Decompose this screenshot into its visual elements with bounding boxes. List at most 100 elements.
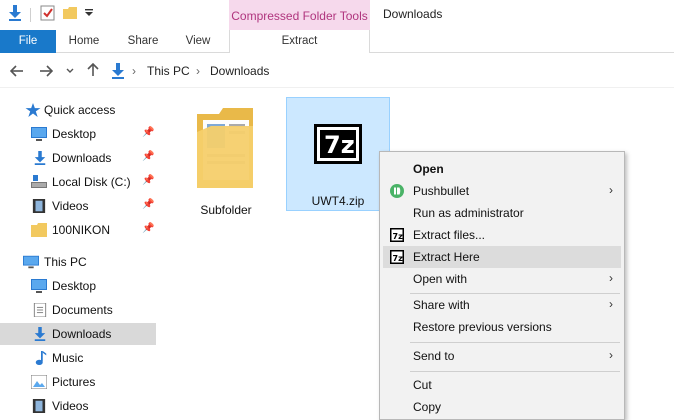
breadcrumb-this-pc[interactable]: This PC xyxy=(147,64,190,78)
tab-extract[interactable]: Extract xyxy=(229,30,370,53)
breadcrumb-downloads[interactable]: Downloads xyxy=(210,64,269,78)
pin-icon[interactable]: 📌 xyxy=(142,175,154,186)
context-menu: Open Pushbullet › Run as administrator 7… xyxy=(379,151,625,420)
nav-label: 100NIKON xyxy=(52,223,111,237)
divider xyxy=(30,8,31,22)
menu-item-pushbullet[interactable]: Pushbullet › xyxy=(383,180,621,202)
pin-icon[interactable]: 📌 xyxy=(142,151,154,162)
address-bar: › This PC › Downloads xyxy=(0,54,674,88)
back-arrow-icon[interactable] xyxy=(10,65,24,77)
breadcrumb-separator-icon[interactable]: › xyxy=(196,64,200,78)
nav-quick-access[interactable]: Quick access xyxy=(0,99,156,121)
7zip-icon: 7z xyxy=(390,250,404,264)
file-name: UWT4.zip xyxy=(311,194,365,208)
nav-pc-music[interactable]: Music xyxy=(0,347,156,369)
downloads-location-icon xyxy=(112,63,124,79)
nav-label: Downloads xyxy=(52,151,112,165)
7zip-icon: 7z xyxy=(314,124,362,164)
star-icon xyxy=(25,103,41,117)
tab-file[interactable]: File xyxy=(0,30,56,53)
menu-item-extract-here[interactable]: 7z Extract Here xyxy=(383,246,621,268)
nav-pc-videos[interactable]: Videos xyxy=(0,395,156,417)
menu-separator xyxy=(410,371,620,372)
nav-label: This PC xyxy=(44,255,87,269)
svg-text:7z: 7z xyxy=(324,131,355,159)
nav-item-desktop[interactable]: Desktop 📌 xyxy=(0,123,156,145)
svg-text:7z: 7z xyxy=(393,232,404,241)
nav-pc-desktop[interactable]: Desktop xyxy=(0,275,156,297)
drive-icon xyxy=(31,175,47,188)
contextual-tab-header: Compressed Folder Tools xyxy=(229,0,370,30)
forward-arrow-icon[interactable] xyxy=(39,65,53,77)
nav-label: Desktop xyxy=(52,279,97,293)
menu-item-label: Open xyxy=(413,162,444,176)
submenu-arrow-icon: › xyxy=(609,183,613,197)
customize-dropdown-icon[interactable] xyxy=(84,8,94,18)
desktop-icon xyxy=(31,279,47,293)
menu-item-share-with[interactable]: Share with › xyxy=(383,294,621,316)
nav-label: Documents xyxy=(52,303,113,317)
menu-item-label: Share with xyxy=(413,298,470,312)
tab-view[interactable]: View xyxy=(176,30,220,53)
pin-icon[interactable]: 📌 xyxy=(142,127,154,138)
file-item-uwt4-zip[interactable]: 7z UWT4.zip xyxy=(286,97,390,211)
nav-label: Videos xyxy=(52,199,89,213)
desktop-icon xyxy=(31,127,47,141)
menu-item-cut[interactable]: Cut xyxy=(383,374,621,396)
picture-icon xyxy=(31,375,47,389)
nav-item-100nikon[interactable]: 100NIKON 📌 xyxy=(0,219,156,241)
menu-item-label: Open with xyxy=(413,272,468,286)
menu-item-label: Restore previous versions xyxy=(413,320,552,334)
document-icon xyxy=(33,303,47,317)
menu-item-open-with[interactable]: Open with › xyxy=(383,268,621,290)
properties-check-icon[interactable] xyxy=(40,5,56,21)
tab-home[interactable]: Home xyxy=(62,30,106,53)
tab-share[interactable]: Share xyxy=(120,30,166,53)
file-name: Subfolder xyxy=(200,203,252,217)
7zip-icon: 7z xyxy=(390,228,404,242)
title-bar: Compressed Folder Tools Downloads xyxy=(0,0,674,30)
menu-item-extract-files[interactable]: 7z Extract files... xyxy=(383,224,621,246)
menu-item-label: Run as administrator xyxy=(413,206,524,220)
film-icon xyxy=(32,399,46,413)
pin-icon[interactable]: 📌 xyxy=(142,223,154,234)
menu-item-run-as-administrator[interactable]: Run as administrator xyxy=(383,202,621,224)
nav-label: Videos xyxy=(52,399,89,413)
menu-item-label: Extract files... xyxy=(413,228,486,242)
new-folder-icon[interactable] xyxy=(62,5,78,21)
download-arrow-icon[interactable] xyxy=(8,5,22,21)
download-arrow-icon xyxy=(34,327,46,341)
menu-item-open[interactable]: Open xyxy=(383,158,621,180)
file-item-subfolder[interactable]: Subfolder xyxy=(186,96,266,217)
menu-item-label: Send to xyxy=(413,349,455,363)
menu-item-send-to[interactable]: Send to › xyxy=(383,345,621,367)
computer-icon xyxy=(23,255,39,269)
menu-separator xyxy=(410,342,620,343)
nav-this-pc[interactable]: This PC xyxy=(0,251,156,273)
submenu-arrow-icon: › xyxy=(609,297,613,311)
breadcrumb-separator-icon[interactable]: › xyxy=(132,64,136,78)
pin-icon[interactable]: 📌 xyxy=(142,199,154,210)
nav-item-videos[interactable]: Videos 📌 xyxy=(0,195,156,217)
folder-icon xyxy=(31,223,47,237)
up-arrow-icon[interactable] xyxy=(87,63,99,77)
svg-text:7z: 7z xyxy=(393,254,404,263)
recent-dropdown-icon[interactable] xyxy=(66,68,74,74)
menu-item-label: Extract Here xyxy=(413,250,480,264)
menu-item-restore-previous-versions[interactable]: Restore previous versions xyxy=(383,316,621,338)
navigation-pane: Quick access Desktop 📌 Downloads 📌 Local… xyxy=(0,96,156,420)
nav-label: Pictures xyxy=(52,375,96,389)
nav-label: Downloads xyxy=(52,327,112,341)
menu-item-copy[interactable]: Copy xyxy=(383,396,621,418)
nav-pc-downloads[interactable]: Downloads xyxy=(0,323,156,345)
nav-pc-pictures[interactable]: Pictures xyxy=(0,371,156,393)
film-icon xyxy=(32,199,46,213)
nav-pc-documents[interactable]: Documents xyxy=(0,299,156,321)
nav-item-downloads[interactable]: Downloads 📌 xyxy=(0,147,156,169)
submenu-arrow-icon: › xyxy=(609,271,613,285)
menu-item-label: Copy xyxy=(413,400,442,414)
pushbullet-icon xyxy=(390,184,404,198)
nav-item-local-disk[interactable]: Local Disk (C:) 📌 xyxy=(0,171,156,193)
menu-item-label: Cut xyxy=(413,378,432,392)
music-note-icon xyxy=(35,351,47,365)
